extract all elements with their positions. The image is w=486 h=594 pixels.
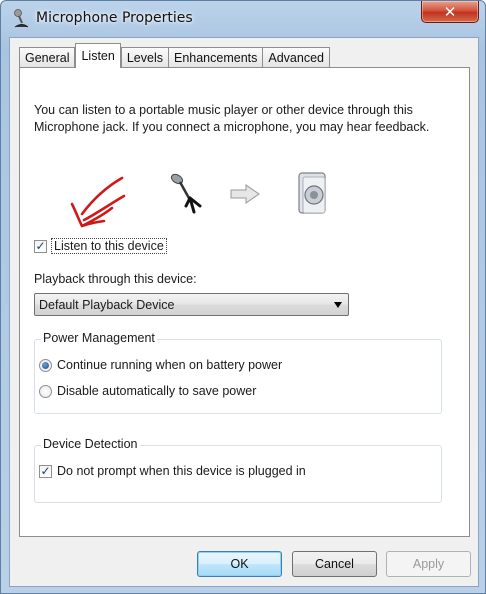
properties-window: Microphone Properties ✕ General Listen L… xyxy=(0,0,486,594)
microphone-icon xyxy=(170,173,202,214)
do-not-prompt-checkbox[interactable]: ✓ xyxy=(39,464,52,478)
tab-enhancements[interactable]: Enhancements xyxy=(167,47,264,68)
playback-device-value: Default Playback Device xyxy=(39,297,175,312)
close-icon: ✕ xyxy=(443,3,457,21)
tab-general[interactable]: General xyxy=(19,47,76,68)
title-bar[interactable]: Microphone Properties ✕ xyxy=(1,1,485,37)
listen-to-device-option[interactable]: ✓ Listen to this device xyxy=(34,238,167,254)
disable-automatically-label[interactable]: Disable automatically to save power xyxy=(57,384,256,398)
ok-button[interactable]: OK xyxy=(197,551,282,577)
tab-advanced[interactable]: Advanced xyxy=(262,47,330,68)
disable-automatically-radio[interactable] xyxy=(39,384,52,398)
do-not-prompt-option[interactable]: ✓ Do not prompt when this device is plug… xyxy=(39,464,306,478)
speaker-icon xyxy=(298,172,326,214)
arrow-right-icon xyxy=(230,184,260,204)
do-not-prompt-label[interactable]: Do not prompt when this device is plugge… xyxy=(57,464,306,478)
listen-checkbox-label[interactable]: Listen to this device xyxy=(51,238,167,254)
listen-tab-panel: You can listen to a portable music playe… xyxy=(19,67,470,537)
continue-running-option[interactable]: Continue running when on battery power xyxy=(39,358,282,372)
continue-running-label[interactable]: Continue running when on battery power xyxy=(57,358,282,372)
power-management-group: Power Management Continue running when o… xyxy=(34,331,442,414)
dialog-buttons: OK Cancel Apply xyxy=(10,551,478,577)
tab-levels[interactable]: Levels xyxy=(120,47,169,68)
tab-strip: General Listen Levels Enhancements Advan… xyxy=(19,43,330,68)
device-detection-group: Device Detection ✓ Do not prompt when th… xyxy=(34,437,442,503)
tab-listen[interactable]: Listen xyxy=(75,43,121,68)
microphone-properties-icon xyxy=(14,9,29,28)
intro-text: You can listen to a portable music playe… xyxy=(34,103,430,134)
red-annotation-arrow xyxy=(70,176,126,228)
cancel-button[interactable]: Cancel xyxy=(292,551,377,577)
device-detection-title: Device Detection xyxy=(41,437,140,451)
dialog-client-area: General Listen Levels Enhancements Advan… xyxy=(9,37,479,587)
close-button[interactable]: ✕ xyxy=(421,1,479,23)
chevron-down-icon[interactable] xyxy=(334,302,342,308)
continue-running-radio[interactable] xyxy=(39,358,52,372)
window-title: Microphone Properties xyxy=(36,10,193,26)
listen-checkbox[interactable]: ✓ xyxy=(34,239,47,253)
disable-automatically-option[interactable]: Disable automatically to save power xyxy=(39,384,256,398)
playback-device-label: Playback through this device: xyxy=(34,272,197,286)
playback-device-select[interactable]: Default Playback Device xyxy=(34,293,349,316)
apply-button[interactable]: Apply xyxy=(386,551,471,577)
power-management-title: Power Management xyxy=(41,331,157,345)
